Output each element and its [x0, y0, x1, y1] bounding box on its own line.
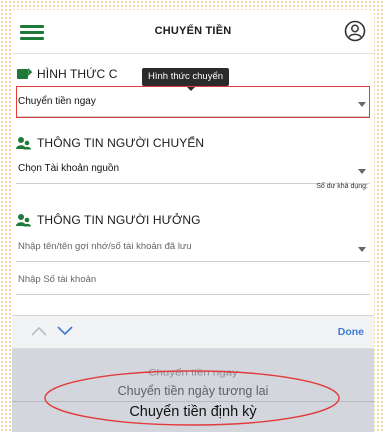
- picker-toolbar: Done: [12, 315, 374, 349]
- transfer-type-select[interactable]: Chuyển tiền ngay: [16, 87, 370, 117]
- user-group-icon: [16, 214, 31, 227]
- picker-option-future-date[interactable]: Chuyển tiền ngày tương lai: [12, 384, 374, 398]
- picker-option-recurring[interactable]: Chuyển tiền định kỳ: [12, 404, 374, 420]
- transfer-type-heading: HÌNH THỨC C: [16, 67, 117, 81]
- account-number-placeholder: Nhập Số tài khoản: [18, 274, 97, 285]
- app-screen: CHUYỂN TIỀN HÌNH THỨC C Hình thức chuyển…: [12, 10, 374, 432]
- saved-beneficiary-placeholder: Nhập tên/tên gợi nhớ/số tài khoản đã lưu: [18, 241, 192, 252]
- transfer-card-icon: [17, 68, 32, 79]
- previous-field-chevron-up-icon[interactable]: [30, 324, 48, 338]
- user-group-icon: [16, 137, 31, 150]
- sender-info-heading-label: THÔNG TIN NGƯỜI CHUYỂN: [37, 136, 205, 150]
- sender-info-heading: THÔNG TIN NGƯỜI CHUYỂN: [16, 136, 204, 150]
- page-title: CHUYỂN TIỀN: [154, 25, 232, 37]
- app-header: CHUYỂN TIỀN: [12, 10, 374, 54]
- receiver-info-heading-label: THÔNG TIN NGƯỜI HƯỞNG: [37, 213, 201, 227]
- chevron-down-icon: [358, 102, 366, 107]
- available-balance-label: Số dư khả dụng:: [316, 183, 368, 190]
- account-number-input[interactable]: Nhập Số tài khoản: [16, 265, 370, 295]
- user-circle-icon[interactable]: [344, 20, 366, 42]
- transfer-type-heading-label: HÌNH THỨC C: [37, 67, 118, 81]
- next-field-chevron-down-icon[interactable]: [56, 324, 74, 338]
- done-button[interactable]: Done: [338, 326, 364, 338]
- transfer-type-value: Chuyển tiền ngay: [18, 96, 96, 107]
- source-account-value: Chọn Tài khoản nguồn: [18, 163, 120, 174]
- picker-option-immediate[interactable]: Chuyển tiền ngay: [12, 368, 374, 378]
- transfer-type-tooltip: Hình thức chuyển: [142, 68, 230, 91]
- chevron-down-icon: [358, 247, 366, 252]
- picker-wheel[interactable]: Chuyển tiền ngay Chuyển tiền ngày tương …: [12, 349, 374, 432]
- saved-beneficiary-select[interactable]: Nhập tên/tên gợi nhớ/số tài khoản đã lưu: [16, 232, 370, 262]
- source-account-select[interactable]: Chọn Tài khoản nguồn: [16, 154, 370, 184]
- receiver-info-heading: THÔNG TIN NGƯỜI HƯỞNG: [16, 213, 201, 227]
- chevron-down-icon: [358, 169, 366, 174]
- picker-selection-line-top: [12, 401, 374, 402]
